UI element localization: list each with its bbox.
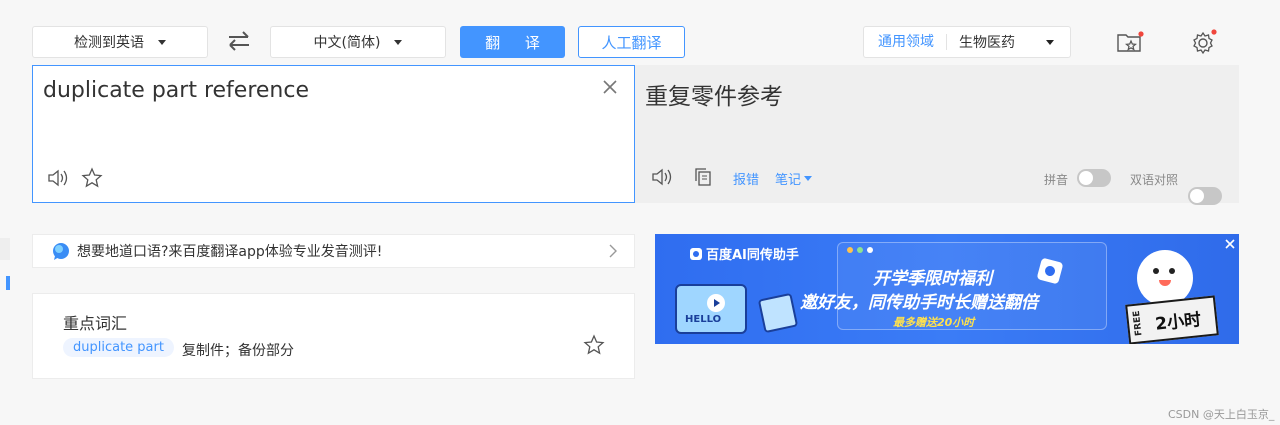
- swap-languages-button[interactable]: [226, 28, 252, 54]
- pinyin-toggle[interactable]: [1077, 169, 1111, 187]
- domain-value: 生物医药: [959, 35, 1015, 51]
- promo-bar[interactable]: 想要地道口语?来百度翻译app体验专业发音测评!: [32, 234, 635, 268]
- side-indicator: [6, 276, 10, 290]
- banner-brand: 百度AI同传助手: [689, 244, 799, 263]
- watermark: CSDN @天上白玉京_: [1168, 408, 1275, 421]
- human-translation-button[interactable]: 人工翻译: [578, 26, 685, 58]
- mascot-eye: [1153, 268, 1159, 274]
- window-dot: [867, 247, 873, 253]
- source-language-label: 检测到英语: [74, 35, 144, 51]
- vocabulary-title: 重点词汇: [63, 314, 128, 333]
- swap-icon: [229, 31, 249, 51]
- window-dot: [857, 247, 863, 253]
- chevron-right-icon: [609, 244, 617, 258]
- window-dot: [847, 247, 853, 253]
- key-vocabulary-card: 重点词汇 duplicate part 复制件；备份部分: [32, 293, 635, 379]
- target-text: 重复零件参考: [645, 84, 783, 110]
- chevron-down-icon: [394, 39, 403, 45]
- chevron-down-icon: [1046, 39, 1054, 45]
- settings-button[interactable]: [1190, 28, 1220, 56]
- ad-banner[interactable]: 百度AI同传助手 HELLO 开学季限时福利 邀好友，同传助手时长赠送翻倍 最多…: [655, 234, 1239, 344]
- chat-bubble-icon: [53, 243, 69, 260]
- clear-button[interactable]: [601, 78, 619, 96]
- translate-button[interactable]: 翻 译: [460, 26, 565, 58]
- notes-dropdown[interactable]: 笔记: [775, 169, 813, 188]
- star-icon: [583, 334, 605, 355]
- source-favorite-button[interactable]: [81, 167, 103, 189]
- close-icon: [1225, 239, 1235, 249]
- target-panel: 重复零件参考 报错 笔记 拼音 双语对照: [635, 65, 1239, 205]
- mascot-mouth: [1159, 280, 1171, 286]
- play-icon: [707, 294, 725, 312]
- domain-select[interactable]: 通用领域 生物医药: [863, 26, 1071, 58]
- vocabulary-favorite-button[interactable]: [583, 334, 605, 356]
- hello-label: HELLO: [685, 314, 722, 325]
- source-text[interactable]: duplicate part reference: [43, 78, 309, 103]
- pinyin-label: 拼音: [1044, 173, 1069, 187]
- speaker-icon: [48, 169, 68, 187]
- free-hours-sign: FREE 2小时: [1125, 295, 1219, 344]
- target-language-select[interactable]: 中文(简体): [270, 26, 446, 58]
- notes-label: 笔记: [775, 173, 802, 188]
- favorites-button[interactable]: [1116, 30, 1146, 54]
- banner-subline: 邀好友，同传助手时长赠送翻倍: [800, 293, 1038, 313]
- source-speak-button[interactable]: [47, 168, 69, 188]
- video-screen-illustration: HELLO: [675, 284, 747, 334]
- banner-note: 最多赠送20小时: [893, 316, 975, 329]
- star-icon: [81, 167, 103, 188]
- gear-icon: [1193, 29, 1217, 55]
- hours-label: 2小时: [1154, 309, 1202, 335]
- bilingual-toggle[interactable]: [1188, 187, 1222, 205]
- folder-star-icon: [1117, 31, 1144, 52]
- side-tab[interactable]: [0, 238, 10, 260]
- speaker-icon: [652, 168, 672, 186]
- copy-icon: [695, 168, 711, 186]
- vocabulary-meaning: 复制件；备份部分: [182, 343, 294, 359]
- report-error-link[interactable]: 报错: [733, 169, 759, 188]
- source-language-select[interactable]: 检测到英语: [32, 26, 208, 58]
- mascot-eye: [1169, 268, 1175, 274]
- target-language-label: 中文(简体): [313, 35, 381, 51]
- domain-label: 通用领域: [864, 34, 947, 50]
- free-label: FREE: [1131, 310, 1145, 337]
- vocabulary-term[interactable]: duplicate part: [63, 338, 174, 357]
- bilingual-label: 双语对照: [1130, 173, 1179, 187]
- chevron-down-icon: [158, 39, 166, 45]
- banner-headline: 开学季限时福利: [873, 269, 992, 289]
- close-icon: [603, 80, 617, 94]
- source-panel[interactable]: duplicate part reference: [32, 65, 635, 203]
- brand-logo-icon: [690, 247, 702, 260]
- promo-text: 想要地道口语?来百度翻译app体验专业发音测评!: [77, 244, 383, 260]
- copy-button[interactable]: [693, 167, 713, 187]
- banner-close-button[interactable]: [1223, 236, 1237, 250]
- image-card-illustration: [757, 292, 799, 334]
- chevron-down-icon: [804, 176, 813, 181]
- target-speak-button[interactable]: [651, 167, 673, 187]
